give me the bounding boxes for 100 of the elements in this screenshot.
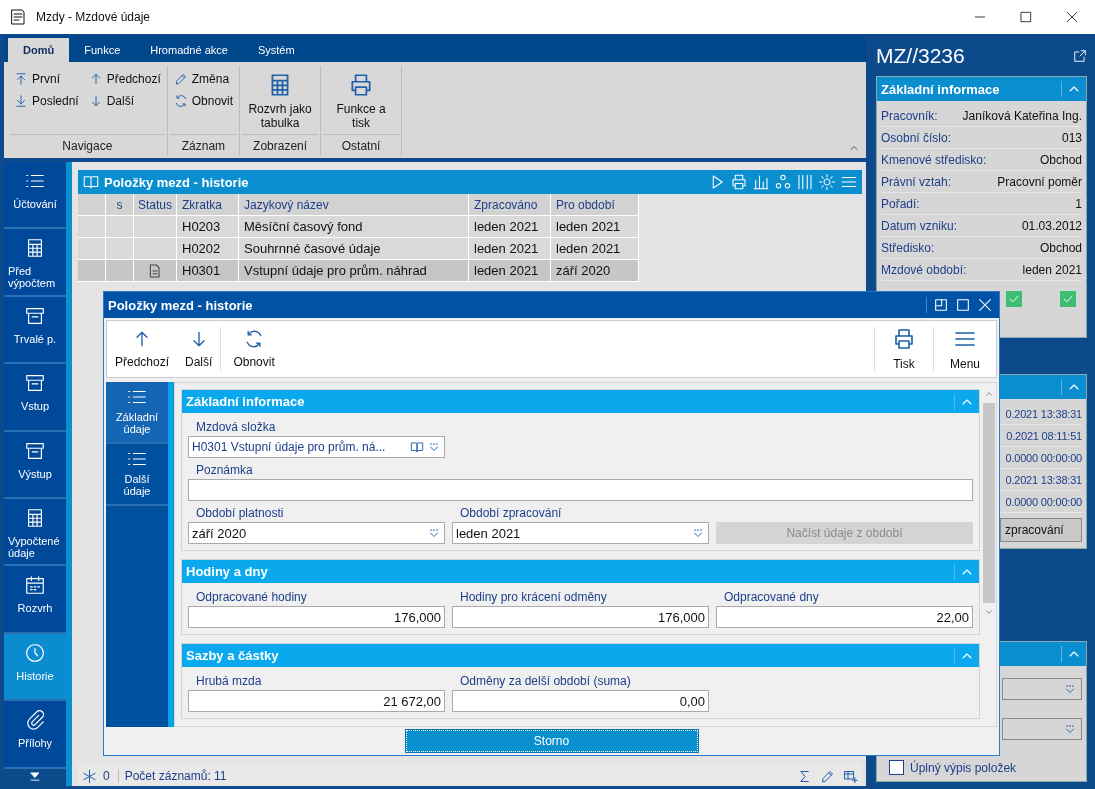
window-title: Mzdy - Mzdové údaje [36,10,151,24]
dialog-title: Položky mezd - historie [108,297,253,313]
ribbon-button[interactable]: Funkce a tisk [325,68,398,130]
table-cell [78,194,106,216]
date-value: 0.2021 13:38:31 [1005,407,1082,420]
field-label: Odpracované hodiny [195,589,308,606]
field-label: Poznámka [195,462,254,479]
info-value: Pracovní poměr [997,174,1082,189]
pop-out-icon[interactable] [1073,49,1087,63]
sidebar-item[interactable]: Před výpočtem [4,229,66,297]
info-label: Datum vzniku: [881,218,958,233]
ribbon-tab[interactable]: Funkce [69,38,136,62]
cancel-button[interactable]: Storno [405,730,698,752]
panel-title: Základní informace [881,81,1000,97]
maximize-icon[interactable] [955,297,971,313]
info-value: Obchod [1039,240,1082,255]
circles-icon[interactable] [774,173,792,191]
checkbox[interactable] [1060,291,1076,307]
dropdown-field[interactable] [1002,678,1082,700]
sidebar-item[interactable]: Historie [4,633,66,702]
sum-icon[interactable] [797,768,812,784]
pencil-icon [173,72,188,86]
number-field[interactable]: 176,000 [188,606,445,628]
printer-icon[interactable] [730,173,748,191]
info-value: leden 2021 [1022,262,1082,277]
pencil-icon[interactable] [820,768,835,784]
table-cell: leden 2021 [469,238,551,260]
column-header[interactable]: Jazykový název [239,194,469,216]
sidebar-item[interactable]: Přílohy [4,701,66,769]
sidebar-label: Vypočtené údaje [7,535,61,560]
field-label: Období platnosti [195,505,285,522]
record-count: Počet záznamů: 11 [124,769,227,783]
settings-icon[interactable] [818,173,836,191]
bar-chart-icon[interactable] [752,173,770,191]
sidebar-label: Historie [15,669,55,682]
scroll-down-icon[interactable] [984,607,994,617]
column-header[interactable]: Status [134,194,177,216]
table-cell [106,238,134,260]
number-field[interactable]: 176,000 [452,606,709,628]
info-value: Obchod [1039,152,1082,167]
column-header[interactable]: Pro období [551,194,639,216]
add-table-icon[interactable] [843,768,858,784]
toolbar-button[interactable]: Tisk [873,327,933,371]
group-label: Ostatní [323,134,400,156]
toolbar-button[interactable]: Další [177,321,221,377]
ribbon-button[interactable]: Další [86,90,163,112]
dropdown-field[interactable]: leden 2021 [452,522,709,544]
sidebar-item[interactable]: Účtování [4,162,66,230]
ribbon-tab[interactable]: Hromadné akce [135,38,243,62]
ribbon-button[interactable]: První [12,68,81,90]
group-label: Záznam [169,134,238,156]
ribbon-button[interactable]: Obnovit [171,90,236,112]
column-header[interactable]: Zkratka [177,194,239,216]
ribbon-tab[interactable]: Systém [242,38,310,62]
restore-icon[interactable] [933,297,949,313]
number-field[interactable]: 22,00 [716,606,973,628]
group-label: Navigace [10,134,165,156]
table-row[interactable]: H0203 Měsíční časový fond leden 2021 leden 2021 [78,216,639,238]
note-field[interactable] [188,479,973,501]
sidebar-item[interactable]: Vstup [4,364,66,432]
column-header[interactable]: Zpracováno [469,194,551,216]
ribbon-tab[interactable]: Domů [8,38,70,62]
scrollbar-thumb[interactable] [983,403,995,603]
snowflake-icon[interactable] [82,768,97,784]
columns-icon[interactable] [796,173,814,191]
info-value: 013 [1061,130,1082,145]
field-label: Odměny za delší období (suma) [459,673,632,690]
close-icon[interactable] [977,297,993,313]
toolbar-button[interactable]: Předchozí [107,321,178,377]
sidebar-label: Rozvrh [16,602,54,615]
ribbon-button[interactable]: Poslední [12,90,81,112]
dropdown-field[interactable]: září 2020 [188,522,445,544]
checkbox[interactable] [889,760,904,775]
sidebar-item[interactable]: Trvalé p. [4,296,66,365]
panel-header[interactable]: Základní informace [877,77,1086,101]
table-row[interactable]: H0202 Souhrnné časové údaje leden 2021 leden 2021 [78,238,639,260]
dropdown-field[interactable] [1002,718,1082,740]
sidebar-label: Výstup [17,467,53,480]
book-icon[interactable] [410,440,424,454]
process-button[interactable]: zpracování [1000,518,1082,542]
number-field[interactable]: 0,00 [452,690,709,712]
sidebar-item[interactable]: Rozvrh [4,566,66,634]
scroll-up-icon[interactable] [984,389,994,399]
sidebar-item[interactable]: Výstup [4,431,66,500]
ribbon-button[interactable]: Rozvrh jako tabulka [244,68,317,130]
checkbox[interactable] [1006,291,1022,307]
table-row[interactable]: H0301 Vstupní údaje pro prům. náhrad leden 2021 září 2020 [78,260,639,282]
dialog-nav-item[interactable]: Základní údaje [106,382,168,444]
date-value: 0.0000 00:00:00 [1005,451,1082,464]
section-title: Hodiny a dny [186,564,268,579]
column-header[interactable]: s [106,194,134,216]
dropdown-icon [691,526,705,540]
ribbon-button[interactable]: Změna [171,68,236,90]
number-field[interactable]: 21 672,00 [188,690,445,712]
document-icon [147,262,163,279]
toolbar-button[interactable]: Obnovit [220,327,287,371]
toolbar-button[interactable]: Menu [932,327,996,371]
sidebar-item[interactable]: Vypočtené údaje [4,499,66,567]
lookup-field[interactable]: H0301 Vstupní údaje pro prům. ná... [188,436,445,458]
ribbon-button[interactable]: Předchozí [86,68,163,90]
